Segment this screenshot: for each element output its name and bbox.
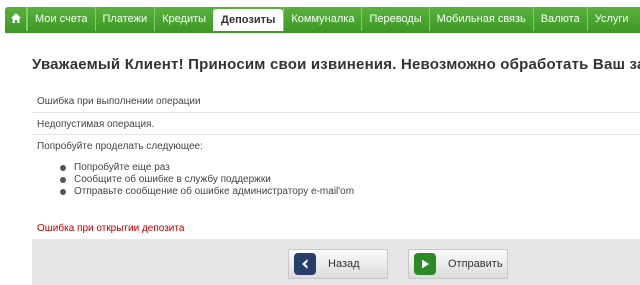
nav-item-services[interactable]: Услуги [586,7,636,31]
page-title: Уважаемый Клиент! Приносим свои извинени… [32,56,640,73]
deposit-error-text: Ошибка при открытии депозита [37,223,185,234]
main-content: Уважаемый Клиент! Приносим свои извинени… [32,56,640,285]
nav-item-mobile[interactable]: Мобильная связь [428,7,533,31]
nav-item-deposits[interactable]: Депозиты [213,9,284,31]
divider [32,112,640,113]
send-button[interactable]: Отправить [408,249,508,279]
button-bar: Назад Отправить [32,239,640,285]
back-button[interactable]: Назад [288,249,388,279]
suggestions-title: Попробуйте проделать следующее: [37,141,203,152]
error-message: Ошибка при выполнении операции [37,96,201,107]
nav-item-credits[interactable]: Кредиты [154,7,213,31]
chevron-left-icon [294,253,316,275]
home-icon [10,12,22,27]
nav-underline [5,31,640,33]
list-item: Сообщите об ошибке в службу поддержки [60,174,354,186]
list-item: Отправьте сообщение об ошибке администра… [60,186,354,198]
nav-item-payments[interactable]: Платежи [94,7,155,31]
nav-bar: Мои счета Платежи Кредиты Депозиты Комму… [5,7,640,31]
divider [32,134,640,135]
error-detail: Недопустимая операция. [37,119,155,130]
send-button-label: Отправить [448,258,503,270]
list-item: Попробуйте еще раз [60,162,354,174]
back-button-label: Назад [328,258,360,270]
nav-item-accounts[interactable]: Мои счета [27,7,95,31]
suggestions-list: Попробуйте еще раз Сообщите об ошибке в … [60,162,354,198]
nav-item-transfers[interactable]: Переводы [361,7,428,31]
nav-item-currency[interactable]: Валюта [532,7,587,31]
nav-item-utilities[interactable]: Коммуналка [283,7,361,31]
nav-home-button[interactable] [5,7,27,31]
play-icon [414,253,436,275]
top-nav: Мои счета Платежи Кредиты Депозиты Комму… [0,0,640,38]
